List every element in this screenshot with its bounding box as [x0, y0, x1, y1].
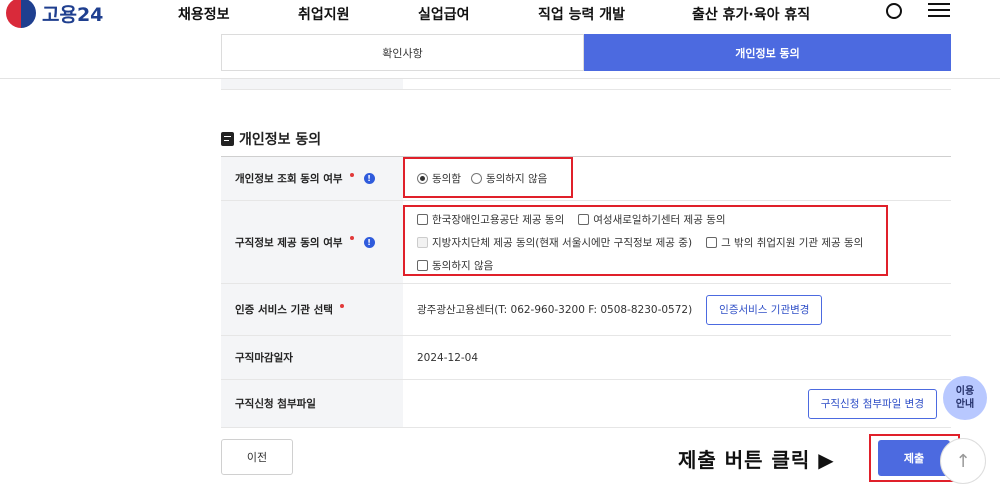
nav-item-skill-development[interactable]: 직업 능력 개발	[538, 4, 625, 24]
cert-service-label: 인증 서비스 기관 선택	[235, 304, 333, 316]
form-label: 개인정보 조회 동의 여부 !	[221, 157, 403, 200]
brand-logo-mark	[6, 0, 36, 28]
tab-bar: 확인사항 개인정보 동의	[0, 34, 1000, 79]
form-label: 구직신청 첨부파일	[221, 380, 403, 427]
privacy-consent-form: 개인정보 조회 동의 여부 ! 동의함 동의하지 않음 구직정보 제공 동의 여…	[221, 156, 951, 428]
form-content: 광주광산고용센터(T: 062-960-3200 F: 0508-8230-05…	[403, 284, 951, 335]
usage-guide-line2: 안내	[955, 399, 975, 410]
prev-button[interactable]: 이전	[221, 439, 293, 475]
previous-section-row	[221, 79, 951, 90]
form-row-privacy-consent: 개인정보 조회 동의 여부 ! 동의함 동의하지 않음	[221, 157, 951, 201]
section-title: 개인정보 동의	[221, 129, 321, 149]
previous-section-label-cell	[221, 79, 403, 89]
form-content: 2024-12-04	[403, 336, 951, 379]
usage-guide-line1: 이용	[955, 386, 975, 397]
required-dot	[349, 236, 354, 240]
arrow-up-icon: ↑	[955, 450, 971, 472]
form-label: 인증 서비스 기관 선택	[221, 284, 403, 335]
usage-guide-button[interactable]: 이용 안내	[943, 376, 987, 420]
highlight-job-info-provide	[403, 205, 888, 276]
form-row-cert-service: 인증 서비스 기관 선택 광주광산고용센터(T: 062-960-3200 F:…	[221, 284, 951, 336]
tab-confirmation[interactable]: 확인사항	[221, 34, 584, 71]
form-content: 구직신청 첨부파일 변경	[403, 380, 951, 427]
brand-logo[interactable]: 고용24	[6, 0, 103, 28]
nav-item-unemployment-benefit[interactable]: 실업급여	[418, 4, 470, 24]
scroll-top-button[interactable]: ↑	[940, 438, 986, 484]
required-dot	[339, 303, 344, 308]
nav-item-parental-leave[interactable]: 출산 휴가·육아 휴직	[692, 4, 810, 24]
change-attachment-button[interactable]: 구직신청 첨부파일 변경	[807, 388, 937, 419]
form-row-attachment: 구직신청 첨부파일 구직신청 첨부파일 변경	[221, 380, 951, 428]
brand-name: 고용24	[42, 3, 104, 26]
cert-service-value: 광주광산고용센터(T: 062-960-3200 F: 0508-8230-05…	[417, 304, 693, 316]
tab-privacy-consent[interactable]: 개인정보 동의	[584, 34, 951, 71]
deadline-label: 구직마감일자	[235, 352, 293, 364]
highlight-privacy-consent	[403, 157, 573, 198]
submit-annotation: 제출 버튼 클릭 ▶	[678, 448, 835, 472]
menu-icon[interactable]	[928, 3, 950, 17]
form-label: 구직정보 제공 동의 여부 !	[221, 201, 403, 283]
nav-item-employment-support[interactable]: 취업지원	[298, 4, 350, 24]
search-icon[interactable]	[886, 3, 902, 19]
info-icon[interactable]: !	[363, 173, 375, 184]
deadline-value: 2024-12-04	[417, 351, 479, 364]
privacy-consent-label: 개인정보 조회 동의 여부	[235, 173, 343, 185]
attachment-label: 구직신청 첨부파일	[235, 398, 316, 410]
nav-item-jobs[interactable]: 채용정보	[178, 4, 230, 24]
change-cert-service-button[interactable]: 인증서비스 기관변경	[706, 294, 823, 325]
section-title-text: 개인정보 동의	[239, 132, 322, 148]
form-row-deadline: 구직마감일자 2024-12-04	[221, 336, 951, 380]
form-label: 구직마감일자	[221, 336, 403, 379]
info-icon[interactable]: !	[363, 236, 375, 248]
required-dot	[349, 172, 354, 177]
job-info-provide-label: 구직정보 제공 동의 여부	[235, 236, 343, 249]
document-icon	[221, 132, 234, 146]
